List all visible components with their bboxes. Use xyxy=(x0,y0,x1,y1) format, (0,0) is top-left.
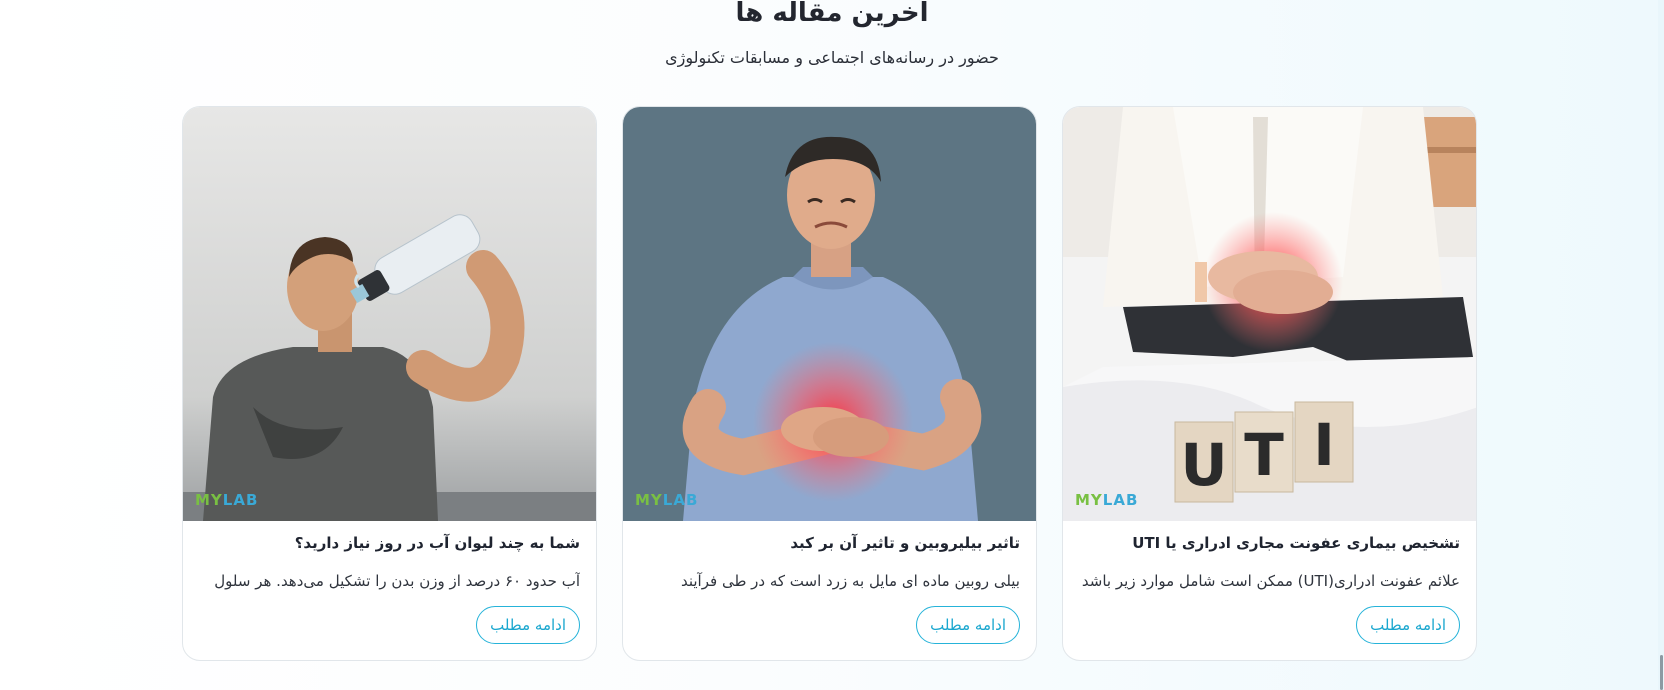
section-subtitle: حضور در رسانه‌های اجتماعی و مسابقات تکنو… xyxy=(665,48,999,67)
article-card-water: MYLAB شما به چند لیوان آب در روز نیاز دا… xyxy=(182,106,597,661)
mylab-watermark: MYLAB xyxy=(195,491,259,509)
article-title[interactable]: شما به چند لیوان آب در روز نیاز دارید؟ xyxy=(199,534,580,552)
block-letter-u: U xyxy=(1180,431,1227,499)
mylab-watermark: MYLAB xyxy=(635,491,699,509)
article-excerpt: آب حدود ۶۰ درصد از وزن بدن را تشکیل می‌د… xyxy=(214,572,580,590)
article-card-uti: U T I MYLAB تشخیص بیماری عفونت مجاری ادر… xyxy=(1062,106,1477,661)
bilirubin-illustration xyxy=(623,107,1036,521)
article-image-uti[interactable]: U T I MYLAB xyxy=(1063,107,1476,521)
articles-grid: U T I MYLAB تشخیص بیماری عفونت مجاری ادر… xyxy=(182,106,1478,661)
read-more-button[interactable]: ادامه مطلب xyxy=(1356,606,1460,644)
article-excerpt: بیلی روبین ماده ای مایل به زرد است که در… xyxy=(680,572,1020,590)
latest-articles-section: آخرین مقاله ها حضور در رسانه‌های اجتماعی… xyxy=(0,0,1664,690)
article-image-water[interactable]: MYLAB xyxy=(183,107,596,521)
mylab-watermark: MYLAB xyxy=(1075,491,1139,509)
article-title[interactable]: تشخیص بیماری عفونت مجاری ادراری یا UTI xyxy=(1079,534,1460,552)
page-scrollbar[interactable] xyxy=(1658,0,1664,690)
article-excerpt: علائم عفونت ادراری(UTI) ممکن است شامل مو… xyxy=(1081,572,1460,590)
block-letter-t: T xyxy=(1244,421,1284,489)
article-card-bilirubin: MYLAB تاثیر بیلیروبین و تاثیر آن بر کبد … xyxy=(622,106,1037,661)
uti-illustration: U T I xyxy=(1063,107,1476,521)
article-title[interactable]: تاثیر بیلیروبین و تاثیر آن بر کبد xyxy=(639,534,1020,552)
read-more-button[interactable]: ادامه مطلب xyxy=(916,606,1020,644)
water-illustration xyxy=(183,107,596,521)
scrollbar-thumb[interactable] xyxy=(1660,655,1663,690)
block-letter-i: I xyxy=(1313,411,1335,479)
section-title: آخرین مقاله ها xyxy=(735,0,929,28)
read-more-button[interactable]: ادامه مطلب xyxy=(476,606,580,644)
article-image-bilirubin[interactable]: MYLAB xyxy=(623,107,1036,521)
